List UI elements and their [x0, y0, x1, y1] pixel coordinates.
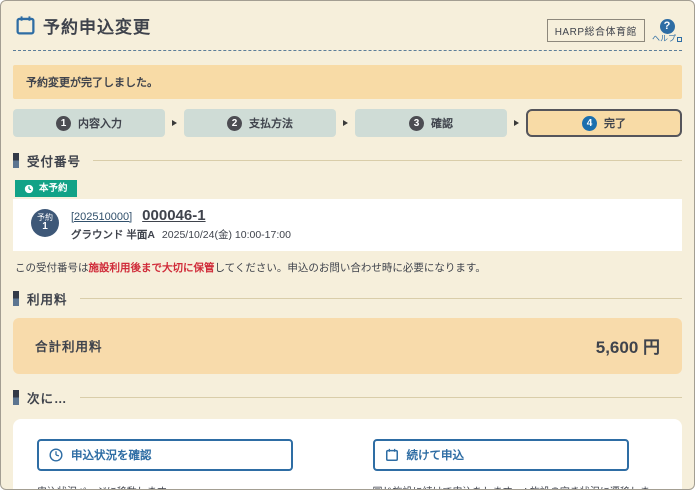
reservation-change-page: 予約申込変更 HARP総合体育館 ? ヘルプ 予約変更が完了しました。 1 内容…	[0, 0, 695, 490]
section-rule	[93, 160, 682, 161]
check-status-button[interactable]: 申込状況を確認	[37, 439, 293, 471]
reservation-row: 予約 1 [202510000] 000046-1 グラウンド 半面A 2025…	[31, 207, 664, 242]
section-title: 受付番号	[27, 151, 81, 170]
step-number-badge: 3	[409, 116, 424, 131]
reservation-type-badge: 本予約	[15, 180, 77, 197]
receipt-number-link[interactable]: 000046-1	[142, 207, 205, 224]
step-separator-icon	[514, 120, 519, 126]
notice-text-pre: この受付番号は	[15, 262, 89, 274]
section-marker-icon	[13, 291, 19, 306]
receipt-panel: 予約 1 [202510000] 000046-1 グラウンド 半面A 2025…	[13, 199, 682, 251]
notice-text-emphasis: 施設利用後まで大切に保管	[89, 262, 215, 274]
step-label: 内容入力	[78, 115, 122, 131]
check-status-label: 申込状況を確認	[71, 447, 152, 463]
step-complete: 4 完了	[526, 109, 682, 137]
completion-message: 予約変更が完了しました。	[13, 65, 682, 99]
step-payment: 2 支払方法	[184, 109, 336, 137]
continue-apply-label: 続けて申込	[407, 447, 465, 463]
section-header-next: 次に…	[13, 388, 682, 407]
next-actions-panel: 申込状況を確認 申込状況ページに移動します。 続けて申込 同じ施設に続けて申込を…	[13, 419, 682, 490]
page-title: 予約申込変更	[43, 13, 151, 38]
facility-court-name: グラウンド 半面A	[71, 229, 155, 241]
total-fee-label: 合計利用料	[35, 336, 103, 355]
section-marker-icon	[13, 153, 19, 168]
receipt-notice: この受付番号は施設利用後まで大切に保管してください。申込のお問い合わせ時に必要に…	[15, 260, 680, 275]
total-fee-panel: 合計利用料 5,600 円	[13, 318, 682, 374]
page-header: 予約申込変更 HARP総合体育館 ? ヘルプ	[1, 1, 694, 43]
step-indicator: 1 内容入力 2 支払方法 3 確認 4 完了	[13, 109, 682, 137]
reservation-datetime: 2025/10/24(金) 10:00-17:00	[162, 229, 291, 241]
reservation-number-circle: 予約 1	[31, 209, 59, 237]
help-icon[interactable]: ?	[660, 19, 675, 34]
step-label: 完了	[604, 115, 626, 131]
facility-name-box: HARP総合体育館	[547, 19, 645, 42]
continue-apply-description: 同じ施設に続けて申込をします。※施設の空き状況に遷移します。	[373, 483, 659, 490]
step-confirm: 3 確認	[355, 109, 507, 137]
section-rule	[80, 397, 682, 398]
calendar-icon	[15, 15, 36, 36]
section-title: 次に…	[27, 388, 68, 407]
external-link-icon	[677, 37, 682, 42]
step-label: 支払方法	[249, 115, 293, 131]
notice-text-post: してください。申込のお問い合わせ時に必要になります。	[215, 262, 486, 274]
step-number-badge: 2	[227, 116, 242, 131]
step-number-badge: 4	[582, 116, 597, 131]
step-separator-icon	[343, 120, 348, 126]
reservation-detail: グラウンド 半面A 2025/10/24(金) 10:00-17:00	[71, 227, 291, 242]
section-header-receipt: 受付番号	[13, 151, 682, 170]
help-link[interactable]: ? ヘルプ	[652, 19, 682, 43]
section-header-fee: 利用料	[13, 289, 682, 308]
clock-icon	[24, 184, 34, 194]
year-code-link[interactable]: [202510000]	[71, 211, 132, 223]
reservation-circle-number: 1	[42, 222, 48, 232]
total-fee-value: 5,600 円	[596, 333, 660, 358]
section-marker-icon	[13, 390, 19, 405]
calendar-icon	[385, 448, 399, 462]
section-title: 利用料	[27, 289, 68, 308]
section-rule	[80, 298, 682, 299]
check-status-description: 申込状況ページに移動します。	[37, 483, 323, 490]
header-divider	[13, 50, 682, 51]
reservation-type-label: 本予約	[39, 183, 68, 194]
step-label: 確認	[431, 115, 453, 131]
step-input: 1 内容入力	[13, 109, 165, 137]
continue-apply-button[interactable]: 続けて申込	[373, 439, 629, 471]
help-label[interactable]: ヘルプ	[652, 35, 676, 43]
clock-icon	[49, 448, 63, 462]
step-number-badge: 1	[56, 116, 71, 131]
step-separator-icon	[172, 120, 177, 126]
